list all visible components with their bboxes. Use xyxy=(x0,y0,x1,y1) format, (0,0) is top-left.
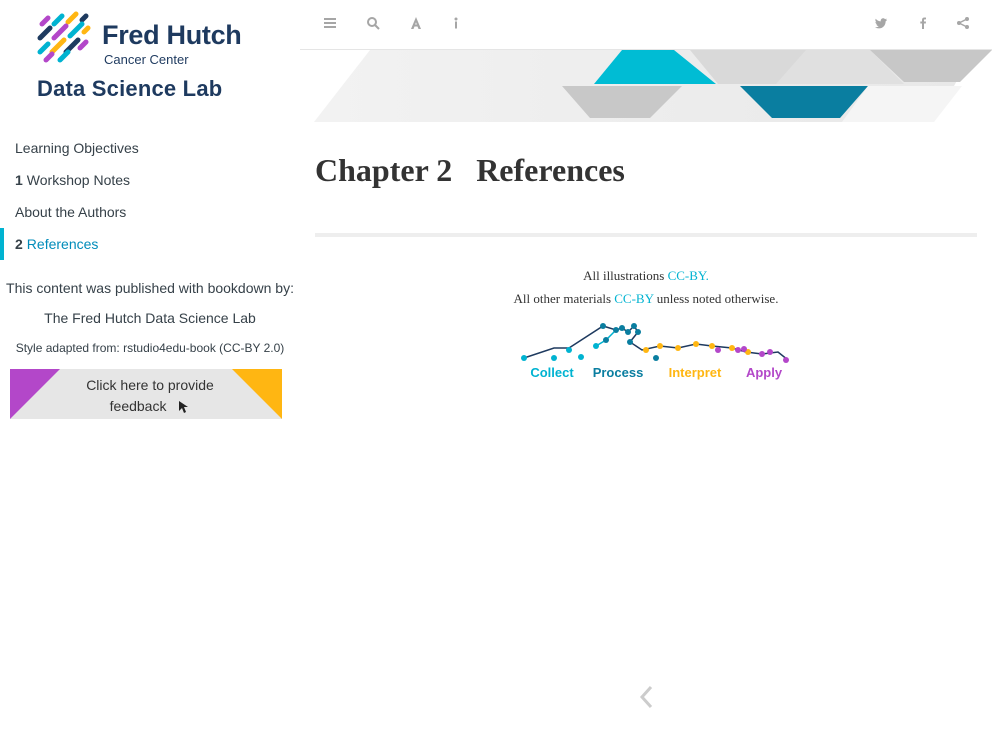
fred-hutch-logo[interactable]: Fred Hutch Cancer Center Data Science La… xyxy=(36,10,246,105)
toc-item-about-the-authors[interactable]: About the Authors xyxy=(0,196,300,228)
style-note-link[interactable]: Style adapted from: rstudio4edu-book (CC… xyxy=(0,341,300,355)
stage-apply-label: Apply xyxy=(746,365,783,380)
feedback-line-1: Click here to provide xyxy=(86,377,214,393)
data-science-lifecycle-graphic: Collect Process Interpret Apply xyxy=(521,323,789,380)
menu-icon[interactable] xyxy=(320,15,340,35)
license-materials: All other materials CC-BY unless noted o… xyxy=(315,291,977,307)
toc-item-label: Workshop Notes xyxy=(26,172,131,188)
published-with-text: This content was published with bookdown… xyxy=(6,280,294,296)
cc-by-materials-link[interactable]: CC-BY xyxy=(614,291,653,306)
title-divider xyxy=(315,233,977,237)
toc-item-references[interactable]: 2 References xyxy=(0,228,300,260)
license-materials-text: All other materials xyxy=(513,291,615,306)
twitter-icon[interactable] xyxy=(871,15,891,35)
logo-mark-icon xyxy=(37,11,91,63)
lab-name-link[interactable]: The Fred Hutch Data Science Lab xyxy=(0,310,300,326)
license-illustrations: All illustrations CC-BY. xyxy=(315,268,977,284)
stage-collect-label: Collect xyxy=(530,365,574,380)
chapter-number: Chapter 2 xyxy=(315,152,453,188)
stage-process-label: Process xyxy=(593,365,644,380)
cc-by-illustrations-link[interactable]: CC-BY. xyxy=(668,268,709,283)
book-toolbar xyxy=(300,0,992,50)
toc-item-label: About the Authors xyxy=(15,204,127,220)
previous-page-chevron-left-icon[interactable] xyxy=(636,682,658,712)
license-illustrations-text: All illustrations xyxy=(583,268,668,283)
feedback-button[interactable]: Click here to provide feedback xyxy=(10,369,282,419)
lifecycle-dots xyxy=(521,323,789,363)
table-of-contents: Learning Objectives 1 Workshop Notes Abou… xyxy=(0,132,300,260)
search-icon[interactable] xyxy=(363,15,383,35)
toc-item-number: 2 xyxy=(15,236,23,252)
decorative-banner xyxy=(314,50,992,122)
toc-item-label: Learning Objectives xyxy=(15,140,139,156)
stage-interpret-label: Interpret xyxy=(669,365,722,380)
info-icon[interactable] xyxy=(446,15,466,35)
cursor-icon xyxy=(179,401,189,414)
toc-item-label: References xyxy=(26,236,99,252)
logo-subtitle: Cancer Center xyxy=(104,52,189,67)
toc-item-number: 1 xyxy=(15,172,23,188)
logo-lab-name: Data Science Lab xyxy=(37,76,223,101)
chapter-name: References xyxy=(476,152,625,188)
feedback-label: Click here to provide feedback xyxy=(70,375,230,417)
logo-org-name: Fred Hutch xyxy=(102,20,242,50)
license-materials-suffix: unless noted otherwise. xyxy=(653,291,779,306)
chapter-title: Chapter 2 References xyxy=(315,152,625,189)
toc-item-workshop-notes[interactable]: 1 Workshop Notes xyxy=(0,164,300,196)
feedback-purple-corner xyxy=(10,369,60,419)
font-icon[interactable] xyxy=(406,15,426,35)
facebook-icon[interactable] xyxy=(913,15,933,35)
sidebar: Fred Hutch Cancer Center Data Science La… xyxy=(0,0,300,744)
toc-item-learning-objectives[interactable]: Learning Objectives xyxy=(0,132,300,164)
share-icon[interactable] xyxy=(953,15,973,35)
feedback-line-2: feedback xyxy=(109,398,167,414)
feedback-gold-corner xyxy=(232,369,282,419)
